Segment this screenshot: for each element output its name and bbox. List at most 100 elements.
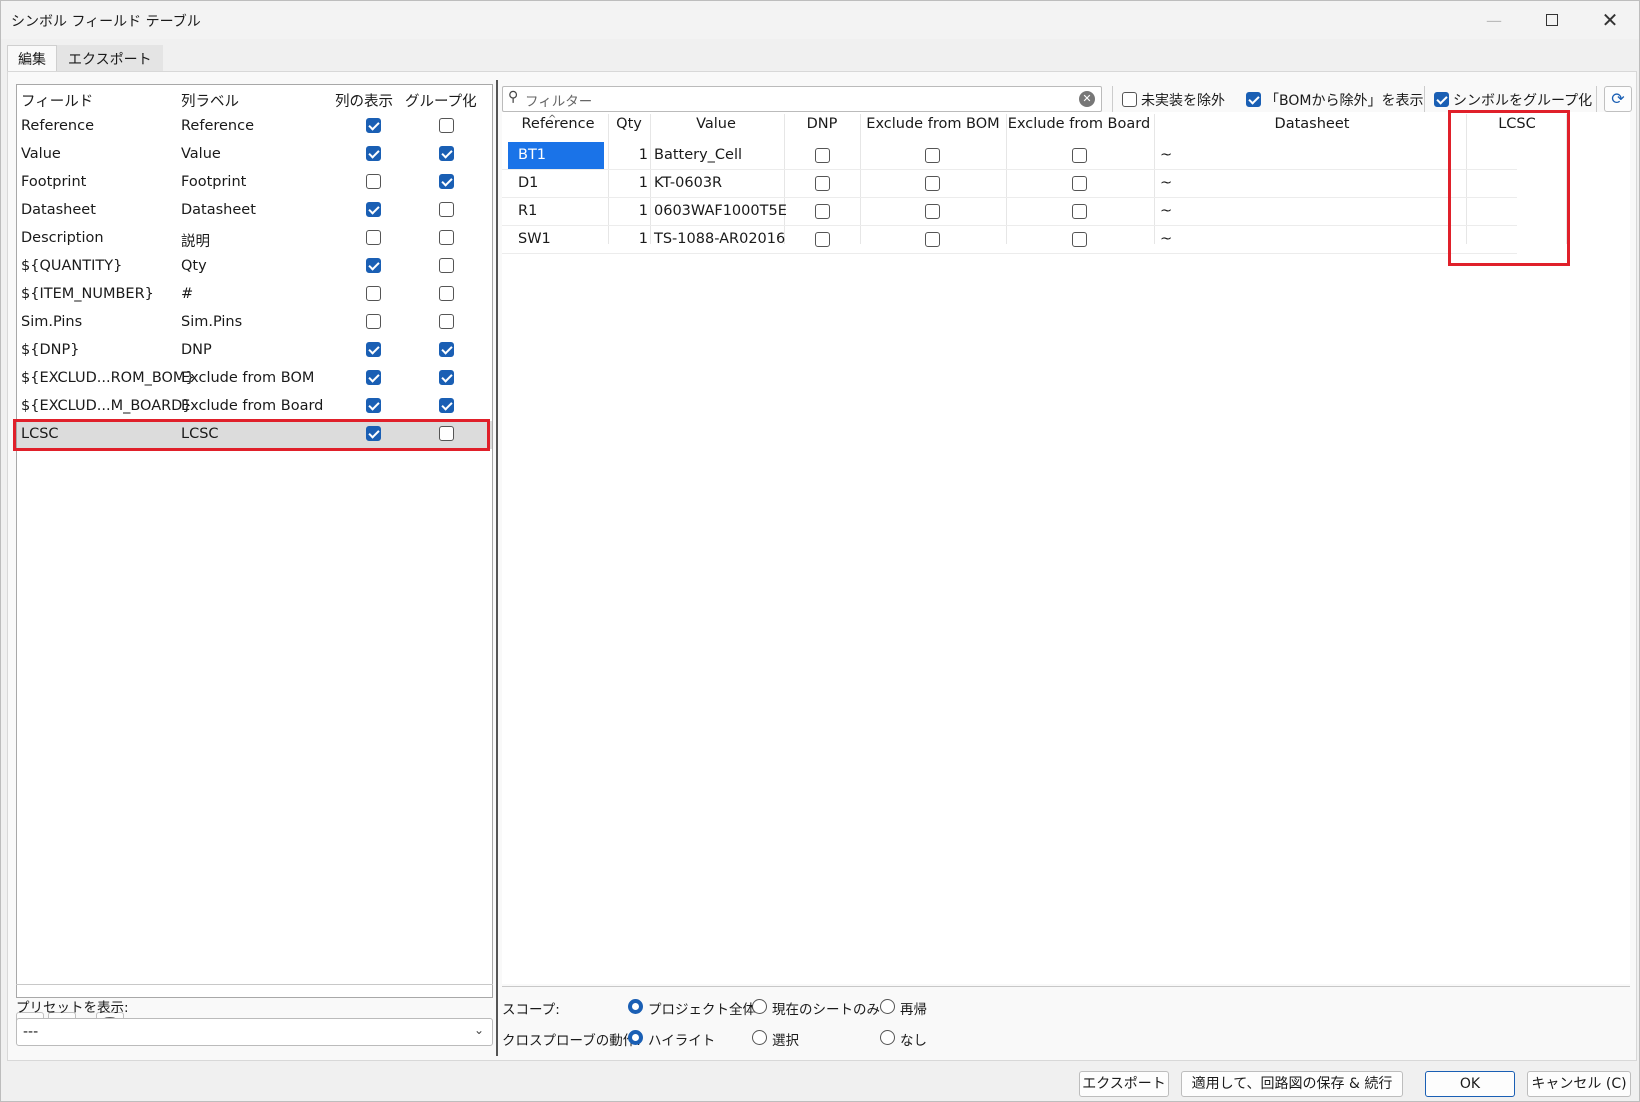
minimize-button[interactable]: —: [1465, 1, 1523, 39]
radio-button[interactable]: [880, 1030, 895, 1045]
show-column-checkbox[interactable]: [366, 230, 381, 245]
cell-value[interactable]: Battery_Cell: [654, 142, 742, 170]
scope-option[interactable]: 再帰: [880, 998, 927, 1018]
export-button[interactable]: エクスポート: [1079, 1071, 1169, 1097]
cell-datasheet[interactable]: ~: [1160, 142, 1172, 170]
header-column-label[interactable]: 列ラベル: [181, 90, 239, 111]
group-by-checkbox[interactable]: [439, 174, 454, 189]
group-symbols-option[interactable]: シンボルをグループ化: [1434, 90, 1592, 110]
exclude-bom-checkbox[interactable]: [925, 204, 940, 219]
group-by-checkbox[interactable]: [439, 286, 454, 301]
group-by-checkbox[interactable]: [439, 118, 454, 133]
cancel-button[interactable]: キャンセル (C): [1527, 1071, 1631, 1097]
cell-qty[interactable]: 1: [608, 198, 648, 226]
radio-button[interactable]: [628, 1030, 643, 1045]
show-excluded-bom-option[interactable]: 「BOMから除外」を表示: [1246, 90, 1423, 110]
panel-splitter[interactable]: [496, 80, 498, 1056]
field-row[interactable]: ${DNP} DNP: [17, 337, 492, 365]
preset-select[interactable]: --- ⌄: [16, 1018, 493, 1046]
group-by-checkbox[interactable]: [439, 202, 454, 217]
show-column-checkbox[interactable]: [366, 370, 381, 385]
field-column-label[interactable]: 説明: [181, 230, 210, 251]
show-column-checkbox[interactable]: [366, 314, 381, 329]
column-header-qty[interactable]: Qty: [608, 116, 650, 142]
exclude-dnp-checkbox[interactable]: [1122, 92, 1137, 107]
column-header-value[interactable]: Value: [650, 116, 782, 142]
column-header-exclude-board[interactable]: Exclude from Board: [1006, 116, 1152, 142]
group-by-checkbox[interactable]: [439, 230, 454, 245]
cell-qty[interactable]: 1: [608, 142, 648, 170]
ok-button[interactable]: OK: [1425, 1071, 1515, 1097]
cell-datasheet[interactable]: ~: [1160, 226, 1172, 254]
dnp-checkbox[interactable]: [815, 232, 830, 247]
group-by-checkbox[interactable]: [439, 370, 454, 385]
tab-export[interactable]: エクスポート: [57, 45, 163, 71]
field-row[interactable]: Value Value: [17, 141, 492, 169]
field-column-label[interactable]: Footprint: [181, 174, 246, 190]
exclude-board-checkbox[interactable]: [1072, 204, 1087, 219]
show-column-checkbox[interactable]: [366, 398, 381, 413]
header-field[interactable]: フィールド: [21, 90, 93, 111]
field-column-label[interactable]: Value: [181, 146, 221, 162]
field-column-label[interactable]: Exclude from BOM: [181, 370, 314, 386]
group-by-checkbox[interactable]: [439, 146, 454, 161]
exclude-bom-checkbox[interactable]: [925, 148, 940, 163]
show-column-checkbox[interactable]: [366, 286, 381, 301]
field-column-label[interactable]: Exclude from Board: [181, 398, 323, 414]
filter-input[interactable]: ⚲ フィルター ✕: [502, 86, 1102, 112]
group-by-checkbox[interactable]: [439, 314, 454, 329]
header-group[interactable]: グループ化: [405, 90, 477, 111]
crossprobe-option[interactable]: なし: [880, 1029, 927, 1049]
column-header-dnp[interactable]: DNP: [784, 116, 860, 142]
exclude-board-checkbox[interactable]: [1072, 148, 1087, 163]
show-column-checkbox[interactable]: [366, 258, 381, 273]
field-row[interactable]: Datasheet Datasheet: [17, 197, 492, 225]
field-row[interactable]: Footprint Footprint: [17, 169, 492, 197]
refresh-button[interactable]: ⟳: [1604, 86, 1632, 112]
cell-qty[interactable]: 1: [608, 170, 648, 198]
tab-edit[interactable]: 編集: [7, 45, 57, 71]
header-show[interactable]: 列の表示: [335, 90, 393, 111]
group-by-checkbox[interactable]: [439, 342, 454, 357]
radio-button[interactable]: [752, 999, 767, 1014]
cell-reference[interactable]: R1: [508, 198, 604, 226]
field-row[interactable]: Description 説明: [17, 225, 492, 253]
column-header-datasheet[interactable]: Datasheet: [1156, 116, 1468, 142]
field-column-label[interactable]: #: [181, 286, 193, 302]
cell-value[interactable]: TS-1088-AR02016: [654, 226, 785, 254]
column-header-exclude-bom[interactable]: Exclude from BOM: [860, 116, 1006, 142]
radio-button[interactable]: [628, 999, 643, 1014]
radio-button[interactable]: [880, 999, 895, 1014]
exclude-board-checkbox[interactable]: [1072, 232, 1087, 247]
cell-value[interactable]: 0603WAF1000T5E: [654, 198, 787, 226]
close-button[interactable]: ✕: [1581, 1, 1639, 39]
cell-value[interactable]: KT-0603R: [654, 170, 722, 198]
group-by-checkbox[interactable]: [439, 258, 454, 273]
cell-reference[interactable]: SW1: [508, 226, 604, 254]
field-column-label[interactable]: Qty: [181, 258, 207, 274]
show-excluded-bom-checkbox[interactable]: [1246, 92, 1261, 107]
dnp-checkbox[interactable]: [815, 148, 830, 163]
field-row[interactable]: ${ITEM_NUMBER} #: [17, 281, 492, 309]
field-column-label[interactable]: Reference: [181, 118, 254, 134]
field-row[interactable]: ${EXCLUD...ROM_BOM} Exclude from BOM: [17, 365, 492, 393]
show-column-checkbox[interactable]: [366, 174, 381, 189]
dnp-checkbox[interactable]: [815, 204, 830, 219]
column-header-reference[interactable]: Reference: [508, 116, 608, 142]
group-by-checkbox[interactable]: [439, 398, 454, 413]
field-row[interactable]: Sim.Pins Sim.Pins: [17, 309, 492, 337]
field-column-label[interactable]: DNP: [181, 342, 212, 358]
dnp-checkbox[interactable]: [815, 176, 830, 191]
exclude-bom-checkbox[interactable]: [925, 176, 940, 191]
cell-qty[interactable]: 1: [608, 226, 648, 254]
cell-datasheet[interactable]: ~: [1160, 198, 1172, 226]
cell-reference[interactable]: BT1: [508, 142, 604, 170]
show-column-checkbox[interactable]: [366, 118, 381, 133]
show-column-checkbox[interactable]: [366, 202, 381, 217]
group-symbols-checkbox[interactable]: [1434, 92, 1449, 107]
exclude-board-checkbox[interactable]: [1072, 176, 1087, 191]
crossprobe-option[interactable]: ハイライト: [628, 1029, 715, 1049]
exclude-bom-checkbox[interactable]: [925, 232, 940, 247]
exclude-dnp-option[interactable]: 未実装を除外: [1122, 90, 1225, 110]
radio-button[interactable]: [752, 1030, 767, 1045]
